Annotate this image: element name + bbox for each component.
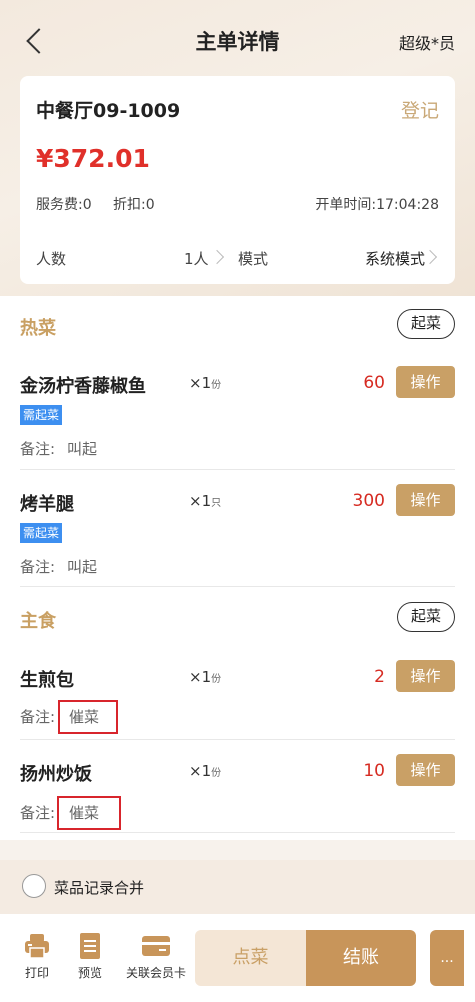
order-amount: ¥372.01	[36, 144, 150, 173]
note-text: 叫起	[67, 440, 98, 458]
note-label: 备注:	[20, 708, 56, 726]
dish-quantity: ×1份	[189, 374, 222, 392]
dish-name: 金汤柠香藤椒鱼	[20, 376, 146, 397]
dish-operate-button[interactable]: 操作	[396, 660, 455, 692]
bottom-toolbar: 打印 预览 关联会员卡 点菜 结账 ...	[0, 914, 475, 1002]
dish-quantity: ×1份	[189, 668, 222, 686]
dish-quantity: ×1只	[189, 492, 222, 510]
preview-button[interactable]: 预览	[74, 932, 106, 981]
dish-operate-button[interactable]: 操作	[396, 366, 455, 398]
header-background: 主单详情 超级*员 中餐厅09-1009 登记 ¥372.01 服务费:0 折扣…	[0, 0, 475, 300]
need-serve-badge: 需起菜	[20, 405, 63, 425]
divider	[20, 832, 455, 833]
dish-operate-button[interactable]: 操作	[396, 754, 455, 786]
dish-price: 2	[374, 667, 385, 687]
merge-label: 菜品记录合并	[54, 879, 145, 897]
serve-category-button[interactable]: 起菜	[397, 309, 455, 339]
checkout-button[interactable]: 结账	[306, 930, 416, 986]
dish-list: 热菜 起菜 金汤柠香藤椒鱼 ×1份 60 操作 需起菜 备注: 叫起 烤羊腿 ×…	[0, 296, 475, 840]
print-label: 打印	[24, 966, 49, 980]
dish-price: 60	[363, 373, 385, 393]
open-time: 开单时间:17:04:28	[315, 197, 439, 213]
merge-records-bar: 菜品记录合并	[0, 860, 475, 914]
mode-label: 模式	[238, 250, 269, 268]
dish-quantity: ×1份	[189, 762, 222, 780]
print-button[interactable]: 打印	[20, 932, 54, 981]
merge-radio[interactable]	[22, 874, 46, 898]
preview-label: 预览	[77, 966, 102, 980]
note-label: 备注:	[20, 558, 56, 576]
member-card-label: 关联会员卡	[125, 966, 186, 980]
chevron-right-icon	[209, 249, 225, 265]
note-highlight-box	[58, 700, 118, 734]
note-label: 备注:	[20, 440, 56, 458]
more-button[interactable]: ...	[430, 930, 464, 986]
serve-category-button[interactable]: 起菜	[397, 602, 455, 632]
member-card-icon	[142, 936, 170, 956]
service-fee: 服务费:0	[36, 197, 92, 213]
printer-icon	[25, 934, 49, 959]
dish-name: 烤羊腿	[20, 494, 74, 515]
note-label: 备注:	[20, 804, 56, 822]
divider	[20, 739, 455, 740]
people-label: 人数	[36, 250, 67, 268]
order-dishes-button[interactable]: 点菜	[195, 930, 306, 986]
table-name: 中餐厅09-1009	[36, 100, 181, 122]
mode-selector[interactable]: 系统模式	[365, 248, 425, 269]
divider	[20, 469, 455, 470]
people-selector[interactable]: 1人	[184, 248, 209, 269]
order-summary-card: 中餐厅09-1009 登记 ¥372.01 服务费:0 折扣:0 开单时间:17…	[20, 76, 455, 284]
chevron-right-icon	[422, 249, 438, 265]
dish-price: 300	[352, 491, 385, 511]
category-title: 热菜	[20, 318, 56, 339]
dish-name: 生煎包	[20, 670, 74, 691]
note-text: 叫起	[67, 558, 98, 576]
link-member-card-button[interactable]: 关联会员卡	[121, 932, 191, 981]
divider	[20, 586, 455, 587]
register-button[interactable]: 登记	[401, 96, 439, 123]
note-highlight-box	[57, 796, 121, 830]
discount: 折扣:0	[113, 197, 155, 213]
category-title: 主食	[20, 611, 56, 632]
need-serve-badge: 需起菜	[20, 523, 63, 543]
dish-name: 扬州炒饭	[20, 764, 92, 785]
dish-operate-button[interactable]: 操作	[396, 484, 455, 516]
dish-price: 10	[363, 761, 385, 781]
document-icon	[80, 933, 100, 959]
user-name: 超级*员	[398, 34, 455, 53]
